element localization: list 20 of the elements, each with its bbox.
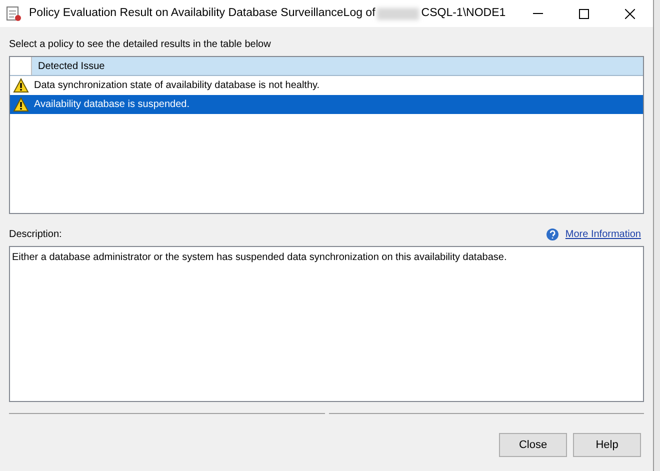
warning-icon	[13, 78, 29, 93]
warning-icon	[13, 97, 29, 112]
more-information-link[interactable]: More Information	[565, 226, 641, 242]
table-cell-text: Data synchronization state of availability database is not healthy.	[33, 79, 320, 93]
table-row[interactable]: Availability database is suspended.	[10, 95, 643, 114]
minimize-icon	[533, 13, 543, 14]
help-icon	[546, 228, 560, 240]
maximize-icon	[579, 8, 589, 18]
close-icon	[625, 8, 635, 18]
table-cell-text: Availability database is suspended.	[33, 98, 190, 112]
dialog-button[interactable]: Help	[573, 433, 641, 457]
window-title: Policy Evaluation Result on Availability Database SurveillanceLog of	[29, 6, 376, 21]
instruction-text: Select a policy to see the detailed results in the table below	[9, 38, 272, 52]
description-label: Description:	[9, 228, 62, 242]
policy-icon	[6, 6, 22, 22]
redacted-patch	[377, 8, 420, 20]
column-header[interactable]: Detected Issue	[32, 57, 105, 75]
dialog-button[interactable]: Close	[499, 433, 567, 457]
window-title: CSQL-1\NODE1	[421, 6, 506, 21]
description-box: Either a database administrator or the system has suspended data synchronization on this availability database.	[9, 246, 644, 402]
